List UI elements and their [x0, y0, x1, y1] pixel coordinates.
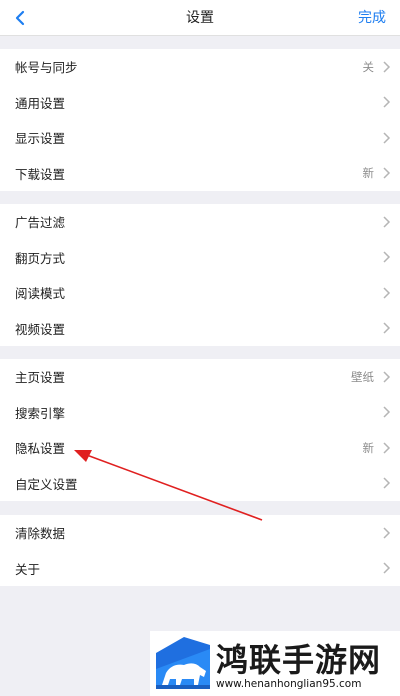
- setting-display[interactable]: 显示设置: [0, 120, 400, 156]
- setting-value: 新: [362, 166, 375, 181]
- chevron-right-icon: [383, 216, 391, 228]
- chevron-right-icon: [383, 477, 391, 489]
- settings-group-account: 帐号与同步 关 通用设置 显示设置 下载设置 新: [0, 49, 400, 191]
- setting-account-sync[interactable]: 帐号与同步 关: [0, 49, 400, 85]
- chevron-right-icon: [383, 442, 391, 454]
- setting-label: 自定义设置: [15, 476, 78, 492]
- watermark-url: www.henanhonglian95.com: [216, 678, 362, 690]
- setting-label: 关于: [15, 561, 41, 577]
- setting-value: 关: [362, 59, 375, 74]
- setting-label: 帐号与同步: [15, 60, 78, 76]
- chevron-right-icon: [383, 527, 391, 539]
- chevron-right-icon: [383, 167, 391, 179]
- settings-group-homepage: 主页设置 壁纸 搜索引擎 隐私设置 新 自定义设置: [0, 359, 400, 501]
- setting-value: 壁纸: [351, 369, 374, 384]
- setting-label: 视频设置: [15, 321, 66, 337]
- chevron-right-icon: [383, 406, 391, 418]
- done-button[interactable]: 完成: [358, 0, 386, 36]
- page-title: 设置: [186, 10, 214, 26]
- navigation-bar: 设置 完成: [0, 0, 400, 36]
- setting-reading-mode[interactable]: 阅读模式: [0, 275, 400, 311]
- chevron-right-icon: [383, 96, 391, 108]
- setting-homepage[interactable]: 主页设置 壁纸: [0, 359, 400, 395]
- setting-general[interactable]: 通用设置: [0, 85, 400, 121]
- settings-group-reading: 广告过滤 翻页方式 阅读模式 视频设置: [0, 204, 400, 346]
- setting-label: 清除数据: [15, 526, 66, 542]
- setting-label: 广告过滤: [15, 215, 66, 231]
- chevron-right-icon: [383, 287, 391, 299]
- settings-group-data: 清除数据 关于: [0, 515, 400, 586]
- setting-privacy[interactable]: 隐私设置 新: [0, 430, 400, 466]
- setting-clear-data[interactable]: 清除数据: [0, 515, 400, 551]
- chevron-right-icon: [383, 371, 391, 383]
- setting-video[interactable]: 视频设置: [0, 311, 400, 347]
- setting-label: 下载设置: [15, 166, 66, 182]
- setting-custom[interactable]: 自定义设置: [0, 466, 400, 502]
- setting-label: 主页设置: [15, 370, 66, 386]
- setting-about[interactable]: 关于: [0, 551, 400, 587]
- setting-value: 新: [362, 440, 375, 455]
- setting-label: 隐私设置: [15, 441, 66, 457]
- setting-label: 通用设置: [15, 95, 66, 111]
- setting-label: 阅读模式: [15, 286, 66, 302]
- chevron-right-icon: [383, 322, 391, 334]
- chevron-right-icon: [383, 132, 391, 144]
- setting-label: 搜索引擎: [15, 405, 66, 421]
- setting-download[interactable]: 下载设置 新: [0, 156, 400, 192]
- setting-label: 翻页方式: [15, 250, 66, 266]
- watermark-brand: 鸿联手游网: [216, 641, 382, 679]
- chevron-right-icon: [383, 61, 391, 73]
- chevron-right-icon: [383, 562, 391, 574]
- watermark: 鸿联手游网 www.henanhonglian95.com: [150, 631, 400, 696]
- setting-page-turn[interactable]: 翻页方式: [0, 240, 400, 276]
- setting-label: 显示设置: [15, 131, 66, 147]
- chevron-right-icon: [383, 251, 391, 263]
- bison-logo-icon: [156, 637, 210, 689]
- setting-search-engine[interactable]: 搜索引擎: [0, 395, 400, 431]
- setting-ad-filter[interactable]: 广告过滤: [0, 204, 400, 240]
